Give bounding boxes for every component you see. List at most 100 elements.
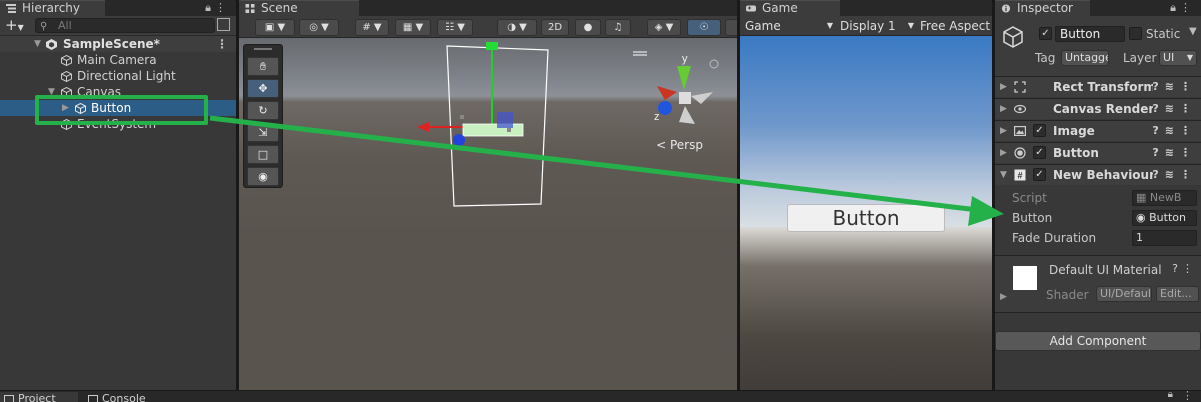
- display-dropdown[interactable]: Display 1 ▼: [840, 17, 914, 35]
- game-mode-dropdown[interactable]: Game ▼: [745, 17, 833, 35]
- help-icon[interactable]: ?: [1152, 80, 1164, 93]
- kebab-icon[interactable]: ⋮: [1180, 146, 1197, 159]
- help-icon[interactable]: ?: [1152, 168, 1164, 181]
- tab-console[interactable]: Console: [84, 392, 164, 402]
- global-toggle-dropdown[interactable]: ◎ ▼: [299, 19, 339, 36]
- collapse-arrow-icon[interactable]: ▶: [1000, 99, 1007, 119]
- component-image[interactable]: ▶ ✓ Image ?≋⋮: [995, 120, 1201, 141]
- static-checkbox[interactable]: [1129, 27, 1142, 40]
- draw-mode-dropdown[interactable]: ▣ ▼: [255, 19, 295, 36]
- gizmos-button[interactable]: [725, 19, 737, 36]
- tree-item-canvas[interactable]: ▼ Canvas: [0, 84, 236, 100]
- component-button[interactable]: ▶ ✓ Button ?≋⋮: [995, 142, 1201, 163]
- tag-dropdown[interactable]: Untagged: [1061, 50, 1109, 66]
- shader-edit-button[interactable]: Edit...: [1156, 286, 1199, 302]
- tree-item-eventsystem[interactable]: EventSystem: [0, 116, 236, 132]
- scene-viewport[interactable]: ✋︎ ✥ ↻ ⇲ □ ◉ y z < Persp: [239, 38, 737, 390]
- rect-corner-handle[interactable]: [507, 128, 511, 132]
- tree-item-main-camera[interactable]: Main Camera: [0, 52, 236, 68]
- image-enabled-checkbox[interactable]: ✓: [1033, 124, 1046, 137]
- kebab-icon[interactable]: ⋮: [1182, 389, 1193, 402]
- static-dropdown-icon[interactable]: ▼: [1189, 26, 1197, 37]
- z-axis-handle[interactable]: [453, 134, 465, 146]
- gizmo-neg-x-cone[interactable]: [691, 92, 713, 104]
- lock-icon[interactable]: 🔒︎: [1168, 389, 1173, 400]
- rect-corner-handle[interactable]: [460, 115, 464, 119]
- tree-item-button[interactable]: ▶ Button: [0, 100, 236, 116]
- kebab-icon[interactable]: ⋮: [1182, 262, 1197, 275]
- snap-settings-dropdown[interactable]: ☷ ▼: [437, 19, 473, 36]
- shading-dropdown[interactable]: ◑ ▼: [497, 19, 537, 36]
- expand-arrow-icon[interactable]: ▼: [1000, 165, 1007, 185]
- snap-increment-dropdown[interactable]: ▦ ▼: [395, 19, 431, 36]
- collapse-arrow-icon[interactable]: ▶: [1000, 121, 1007, 141]
- component-canvas-renderer[interactable]: ▶ Canvas Renderer ?≋⋮: [995, 98, 1201, 119]
- script-object-field[interactable]: ▦ NewB: [1132, 190, 1197, 206]
- lock-icon[interactable]: 🔒︎: [205, 1, 215, 14]
- kebab-icon[interactable]: ⋮: [216, 36, 228, 52]
- x-axis-cap[interactable]: [417, 122, 429, 132]
- settings-icon[interactable]: ≋: [1165, 80, 1180, 93]
- kebab-icon[interactable]: ⋮: [1180, 80, 1197, 93]
- collapse-arrow-icon[interactable]: ▶: [1000, 143, 1007, 163]
- fade-duration-field[interactable]: 1: [1132, 230, 1197, 246]
- tab-hierarchy[interactable]: Hierarchy: [0, 0, 105, 16]
- gizmo-z-cone[interactable]: [658, 101, 672, 115]
- tab-scene[interactable]: Scene: [239, 0, 359, 16]
- kebab-icon[interactable]: ⋮: [1180, 1, 1195, 14]
- kebab-icon[interactable]: ⋮: [1180, 124, 1197, 137]
- kebab-icon[interactable]: ⋮: [1180, 102, 1197, 115]
- expand-arrow-icon[interactable]: ▼: [48, 84, 55, 100]
- y-axis-cap[interactable]: [486, 42, 498, 50]
- grid-snapping-dropdown[interactable]: # ▼: [355, 19, 389, 36]
- settings-icon[interactable]: ≋: [1165, 168, 1180, 181]
- component-rect-transform[interactable]: ▶ Rect Transform ?≋⋮: [995, 76, 1201, 97]
- kebab-icon[interactable]: ⋮: [215, 1, 230, 14]
- 2d-toggle-button[interactable]: 2D: [541, 19, 569, 36]
- collapse-arrow-icon[interactable]: ▶: [1000, 77, 1007, 97]
- tab-project[interactable]: Project: [0, 392, 78, 402]
- aspect-dropdown[interactable]: Free Aspect: [920, 17, 992, 35]
- expand-arrow-icon[interactable]: ▶: [62, 100, 69, 116]
- hierarchy-search-input[interactable]: ⚲ All: [35, 18, 215, 33]
- xy-plane-handle[interactable]: [497, 112, 513, 128]
- help-icon[interactable]: ?: [1152, 102, 1164, 115]
- scene-visibility-icon[interactable]: [217, 18, 230, 31]
- expand-arrow-icon[interactable]: ▼: [34, 36, 41, 52]
- object-name-field[interactable]: Button: [1055, 26, 1125, 42]
- game-viewport[interactable]: Button: [740, 36, 992, 390]
- settings-icon[interactable]: ≋: [1165, 146, 1180, 159]
- help-icon[interactable]: ?: [1152, 124, 1164, 137]
- lock-icon[interactable]: 🔒︎: [1170, 1, 1180, 14]
- button-object-field[interactable]: ◉ Button: [1132, 210, 1197, 226]
- gizmo-y-cone[interactable]: [677, 66, 691, 90]
- script-enabled-checkbox[interactable]: ✓: [1033, 168, 1046, 181]
- gizmo-x-cone[interactable]: [657, 86, 677, 100]
- tree-item-scene[interactable]: ▼ SampleScene* ⋮: [0, 36, 236, 52]
- help-icon[interactable]: ?: [1152, 146, 1164, 159]
- add-object-button[interactable]: +▼: [5, 16, 24, 34]
- lock-view-icon[interactable]: [709, 59, 719, 69]
- gizmo-center-cube[interactable]: [679, 92, 691, 104]
- tab-game[interactable]: Game: [740, 0, 840, 16]
- help-icon[interactable]: ?: [1172, 262, 1182, 275]
- component-new-behaviour-script[interactable]: ▼ # ✓ New Behaviour Script ?≋⋮: [995, 164, 1201, 185]
- active-checkbox[interactable]: ✓: [1039, 27, 1052, 40]
- shader-dropdown[interactable]: UI/Default: [1096, 286, 1152, 302]
- projection-label[interactable]: < Persp: [656, 138, 703, 152]
- button-enabled-checkbox[interactable]: ✓: [1033, 146, 1046, 159]
- add-component-button[interactable]: Add Component: [995, 331, 1201, 351]
- audio-toggle-button[interactable]: ♫: [605, 19, 631, 36]
- settings-icon[interactable]: ≋: [1165, 124, 1180, 137]
- game-ui-button[interactable]: Button: [787, 204, 945, 232]
- settings-icon[interactable]: ≋: [1165, 102, 1180, 115]
- effects-dropdown[interactable]: ◈ ▼: [647, 19, 681, 36]
- material-swatch[interactable]: [1013, 266, 1037, 290]
- kebab-icon[interactable]: ⋮: [1180, 168, 1197, 181]
- tab-inspector[interactable]: Inspector: [995, 0, 1090, 16]
- gizmo-neg-y-cone[interactable]: [679, 106, 695, 124]
- visibility-toggle-button[interactable]: ☉: [687, 19, 721, 36]
- layer-dropdown[interactable]: UI ▼: [1159, 50, 1197, 66]
- tree-item-directional-light[interactable]: Directional Light: [0, 68, 236, 84]
- expand-arrow-icon[interactable]: ▶: [1000, 292, 1007, 302]
